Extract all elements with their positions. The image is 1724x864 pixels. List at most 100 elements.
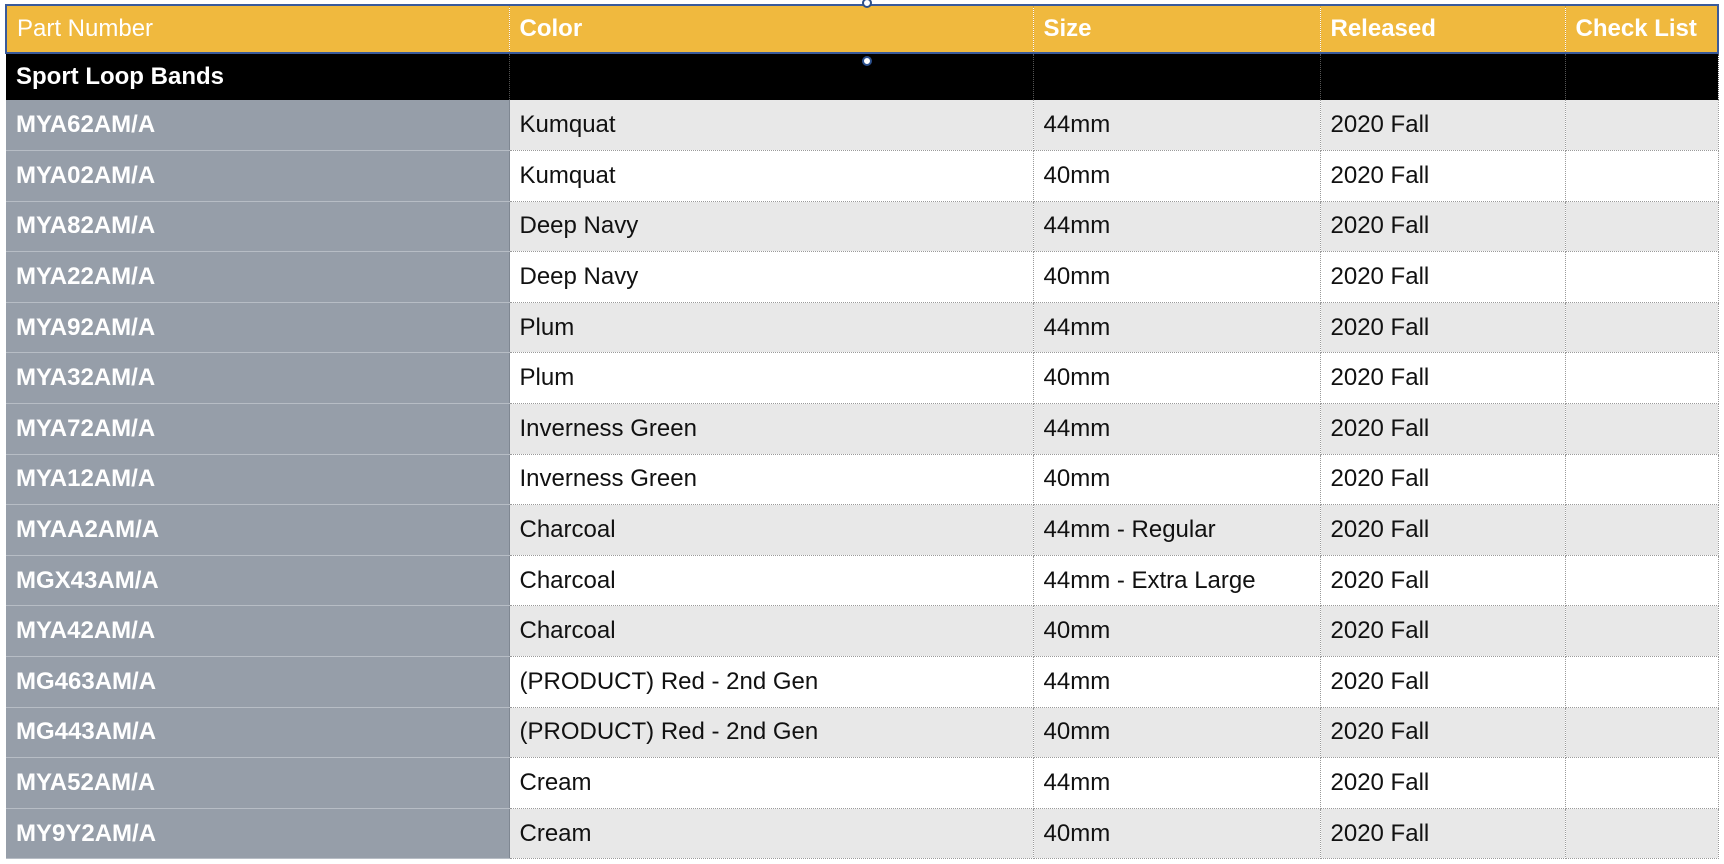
check-list-cell[interactable] [1565,504,1719,556]
size-cell[interactable]: 40mm [1033,150,1321,202]
size-cell[interactable]: 40mm [1033,454,1321,506]
header-cell-part-number[interactable]: Part Number [5,4,510,54]
part-number-cell[interactable]: MG443AM/A [6,707,510,759]
size-cell[interactable]: 44mm [1033,302,1321,354]
color-cell[interactable]: Deep Navy [509,201,1034,253]
size-cell[interactable]: 40mm [1033,605,1321,658]
selection-handle-bottom[interactable] [862,56,872,66]
table-row: MG463AM/A (PRODUCT) Red - 2nd Gen 44mm 2020… [6,656,1719,708]
released-cell[interactable]: 2020 Fall [1320,656,1566,708]
group-empty-cell[interactable] [1565,53,1719,100]
header-cell-size[interactable]: Size [1033,4,1321,54]
released-cell[interactable]: 2020 Fall [1320,504,1566,556]
table-row: MYA72AM/A Inverness Green 44mm 2020 Fall [6,403,1719,455]
released-cell[interactable]: 2020 Fall [1320,100,1566,152]
table-row: MYAA2AM/A Charcoal 44mm - Regular 2020 Fall [6,504,1719,556]
released-cell[interactable]: 2020 Fall [1320,251,1566,303]
released-cell[interactable]: 2020 Fall [1320,555,1566,607]
spreadsheet-table-container[interactable]: Part Number Color Size Released Check Li… [5,0,1719,860]
size-cell[interactable]: 40mm [1033,352,1321,405]
released-cell[interactable]: 2020 Fall [1320,201,1566,253]
part-number-cell[interactable]: MYA62AM/A [6,100,510,152]
check-list-cell[interactable] [1565,555,1719,607]
header-cell-check-list[interactable]: Check List [1565,4,1719,54]
table-row: MYA52AM/A Cream 44mm 2020 Fall [6,757,1719,809]
part-number-cell[interactable]: MYA72AM/A [6,403,510,455]
check-list-cell[interactable] [1565,251,1719,303]
part-number-cell[interactable]: MYAA2AM/A [6,504,510,556]
part-number-cell[interactable]: MYA92AM/A [6,302,510,354]
color-cell[interactable]: Cream [509,808,1034,860]
color-cell[interactable]: Plum [509,302,1034,354]
table-row: MY9Y2AM/A Cream 40mm 2020 Fall [6,808,1719,860]
check-list-cell[interactable] [1565,656,1719,708]
released-cell[interactable]: 2020 Fall [1320,707,1566,759]
color-cell[interactable]: Kumquat [509,150,1034,202]
released-cell[interactable]: 2020 Fall [1320,605,1566,658]
part-number-cell[interactable]: MYA22AM/A [6,251,510,303]
color-cell[interactable]: (PRODUCT) Red - 2nd Gen [509,707,1034,759]
size-cell[interactable]: 44mm - Regular [1033,504,1321,556]
part-number-cell[interactable]: MYA82AM/A [6,201,510,253]
size-cell[interactable]: 44mm [1033,403,1321,455]
table-row: MYA42AM/A Charcoal 40mm 2020 Fall [6,605,1719,658]
table-row: MYA32AM/A Plum 40mm 2020 Fall [6,352,1719,405]
bands-table: Part Number Color Size Released Check Li… [5,4,1719,860]
color-cell[interactable]: Plum [509,352,1034,405]
check-list-cell[interactable] [1565,403,1719,455]
check-list-cell[interactable] [1565,808,1719,860]
table-row: MG443AM/A (PRODUCT) Red - 2nd Gen 40mm 2020… [6,707,1719,759]
group-empty-cell[interactable] [1320,53,1566,100]
table-row: MYA62AM/A Kumquat 44mm 2020 Fall [6,100,1719,152]
group-label-cell[interactable]: Sport Loop Bands [6,53,510,100]
released-cell[interactable]: 2020 Fall [1320,302,1566,354]
header-row: Part Number Color Size Released Check Li… [5,4,1719,54]
check-list-cell[interactable] [1565,757,1719,809]
size-cell[interactable]: 44mm - Extra Large [1033,555,1321,607]
part-number-cell[interactable]: MG463AM/A [6,656,510,708]
check-list-cell[interactable] [1565,100,1719,152]
check-list-cell[interactable] [1565,201,1719,253]
part-number-cell[interactable]: MYA42AM/A [6,605,510,658]
color-cell[interactable]: Charcoal [509,504,1034,556]
part-number-cell[interactable]: MYA12AM/A [6,454,510,506]
color-cell[interactable]: Charcoal [509,605,1034,658]
size-cell[interactable]: 44mm [1033,757,1321,809]
size-cell[interactable]: 44mm [1033,100,1321,152]
header-cell-color[interactable]: Color [509,4,1034,54]
part-number-cell[interactable]: MGX43AM/A [6,555,510,607]
color-cell[interactable]: Cream [509,757,1034,809]
color-cell[interactable]: Charcoal [509,555,1034,607]
table-body: Sport Loop Bands MYA62AM/A Kumquat 44mm 202… [6,53,1719,860]
color-cell[interactable]: Kumquat [509,100,1034,152]
header-cell-released[interactable]: Released [1320,4,1566,54]
check-list-cell[interactable] [1565,302,1719,354]
check-list-cell[interactable] [1565,454,1719,506]
released-cell[interactable]: 2020 Fall [1320,808,1566,860]
group-empty-cell[interactable] [509,53,1034,100]
color-cell[interactable]: Deep Navy [509,251,1034,303]
size-cell[interactable]: 44mm [1033,656,1321,708]
check-list-cell[interactable] [1565,352,1719,405]
part-number-cell[interactable]: MYA52AM/A [6,757,510,809]
released-cell[interactable]: 2020 Fall [1320,150,1566,202]
size-cell[interactable]: 40mm [1033,707,1321,759]
size-cell[interactable]: 44mm [1033,201,1321,253]
released-cell[interactable]: 2020 Fall [1320,454,1566,506]
size-cell[interactable]: 40mm [1033,808,1321,860]
released-cell[interactable]: 2020 Fall [1320,352,1566,405]
color-cell[interactable]: (PRODUCT) Red - 2nd Gen [509,656,1034,708]
released-cell[interactable]: 2020 Fall [1320,757,1566,809]
part-number-cell[interactable]: MY9Y2AM/A [6,808,510,860]
check-list-cell[interactable] [1565,707,1719,759]
color-cell[interactable]: Inverness Green [509,403,1034,455]
table-row: MYA22AM/A Deep Navy 40mm 2020 Fall [6,251,1719,303]
color-cell[interactable]: Inverness Green [509,454,1034,506]
part-number-cell[interactable]: MYA02AM/A [6,150,510,202]
check-list-cell[interactable] [1565,150,1719,202]
size-cell[interactable]: 40mm [1033,251,1321,303]
group-empty-cell[interactable] [1033,53,1321,100]
part-number-cell[interactable]: MYA32AM/A [6,352,510,405]
check-list-cell[interactable] [1565,605,1719,658]
released-cell[interactable]: 2020 Fall [1320,403,1566,455]
